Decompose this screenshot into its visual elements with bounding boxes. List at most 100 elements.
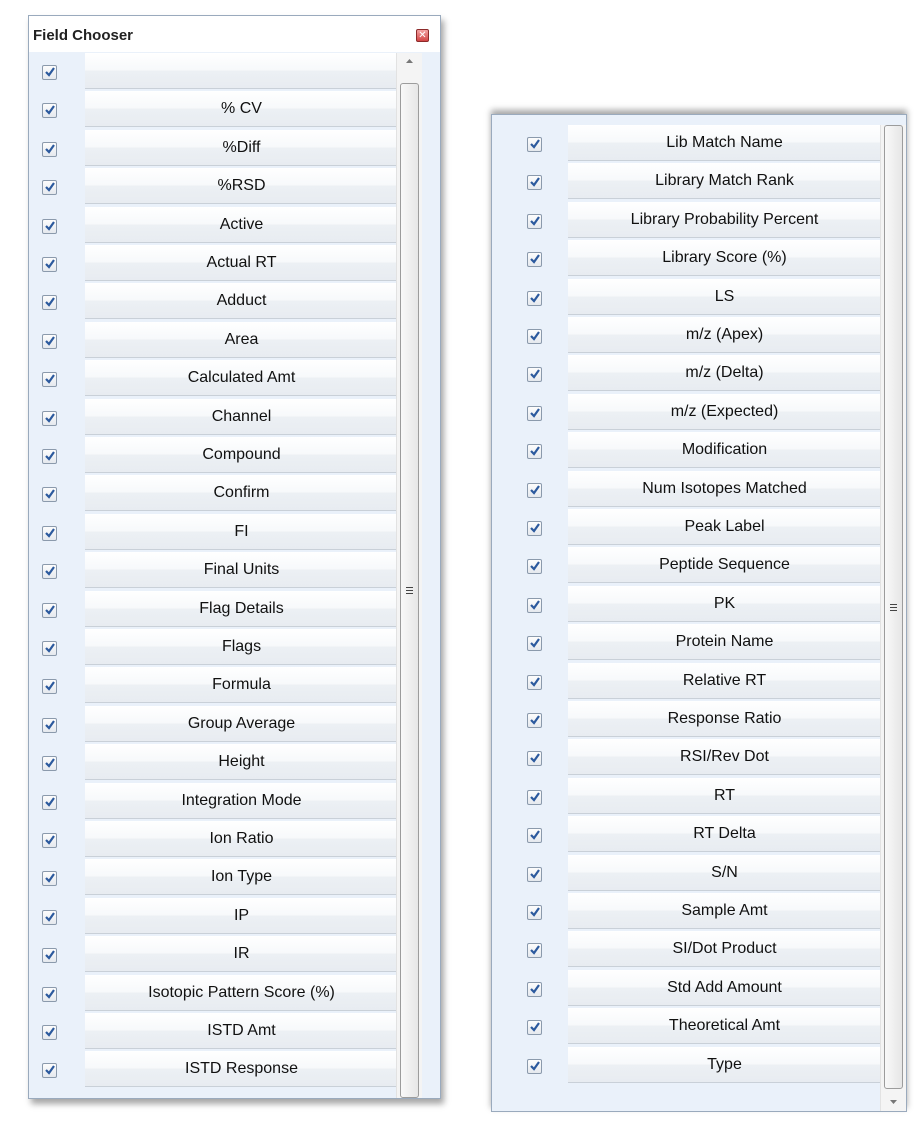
field-name-cell[interactable]: Active	[85, 206, 399, 243]
field-checkbox[interactable]	[527, 943, 542, 959]
field-name-cell[interactable]: FI	[85, 513, 399, 550]
field-checkbox[interactable]	[527, 367, 542, 383]
field-checkbox[interactable]	[527, 559, 542, 575]
field-name-cell[interactable]: PK	[568, 585, 882, 622]
field-checkbox[interactable]	[527, 444, 542, 460]
field-name-cell[interactable]: Peptide Sequence	[568, 547, 882, 584]
field-name-cell[interactable]: Final Units	[85, 552, 399, 589]
field-name-cell[interactable]: IP	[85, 897, 399, 934]
field-name-cell[interactable]: Channel	[85, 398, 399, 435]
field-checkbox[interactable]	[42, 948, 57, 964]
field-checkbox[interactable]	[42, 1063, 57, 1079]
field-checkbox[interactable]	[527, 1020, 542, 1036]
field-name-cell[interactable]	[85, 53, 399, 89]
field-checkbox[interactable]	[42, 333, 57, 349]
field-name-cell[interactable]: %Diff	[85, 129, 399, 166]
field-name-cell[interactable]: Height	[85, 744, 399, 781]
field-name-cell[interactable]: Flag Details	[85, 590, 399, 627]
field-checkbox[interactable]	[42, 641, 57, 656]
field-checkbox[interactable]	[42, 756, 57, 772]
field-checkbox[interactable]	[527, 521, 542, 536]
field-name-cell[interactable]: Num Isotopes Matched	[568, 470, 882, 507]
field-checkbox[interactable]	[42, 257, 57, 272]
field-checkbox[interactable]	[527, 636, 542, 652]
field-checkbox[interactable]	[42, 833, 57, 848]
field-checkbox[interactable]	[527, 751, 542, 767]
field-checkbox[interactable]	[42, 103, 57, 119]
vertical-scrollbar[interactable]	[880, 125, 906, 1111]
field-name-cell[interactable]: m/z (Apex)	[568, 317, 882, 353]
field-checkbox[interactable]	[527, 405, 542, 421]
field-checkbox[interactable]	[42, 410, 57, 426]
field-name-cell[interactable]: Response Ratio	[568, 701, 882, 737]
field-name-cell[interactable]: Adduct	[85, 283, 399, 320]
field-checkbox[interactable]	[42, 679, 57, 695]
field-name-cell[interactable]: m/z (Expected)	[568, 393, 882, 430]
field-name-cell[interactable]: Ion Ratio	[85, 821, 399, 857]
field-checkbox[interactable]	[42, 487, 57, 503]
field-checkbox[interactable]	[527, 1058, 542, 1074]
field-name-cell[interactable]: Protein Name	[568, 624, 882, 661]
field-name-cell[interactable]: Library Probability Percent	[568, 201, 882, 238]
field-name-cell[interactable]: IR	[85, 936, 399, 973]
field-checkbox[interactable]	[527, 329, 542, 344]
field-name-cell[interactable]: Group Average	[85, 705, 399, 742]
field-name-cell[interactable]: RT	[568, 777, 882, 814]
field-checkbox[interactable]	[527, 674, 542, 690]
field-name-cell[interactable]: Lib Match Name	[568, 125, 882, 161]
field-name-cell[interactable]: Compound	[85, 437, 399, 473]
field-name-cell[interactable]: RT Delta	[568, 816, 882, 853]
field-name-cell[interactable]: %RSD	[85, 168, 399, 205]
field-checkbox[interactable]	[527, 981, 542, 997]
field-checkbox[interactable]	[527, 482, 542, 498]
field-name-cell[interactable]: % CV	[85, 91, 399, 128]
field-checkbox[interactable]	[527, 213, 542, 229]
field-checkbox[interactable]	[42, 564, 57, 580]
field-name-cell[interactable]: Sample Amt	[568, 893, 882, 929]
field-checkbox[interactable]	[42, 449, 57, 464]
field-checkbox[interactable]	[42, 218, 57, 234]
field-checkbox[interactable]	[527, 137, 542, 152]
field-name-cell[interactable]: Type	[568, 1046, 882, 1083]
field-checkbox[interactable]	[527, 905, 542, 920]
scroll-thumb[interactable]	[884, 125, 903, 1089]
field-name-cell[interactable]: ISTD Amt	[85, 1013, 399, 1049]
field-checkbox[interactable]	[42, 372, 57, 388]
field-name-cell[interactable]: Peak Label	[568, 509, 882, 545]
field-checkbox[interactable]	[527, 290, 542, 306]
field-checkbox[interactable]	[42, 1025, 57, 1040]
field-name-cell[interactable]: LS	[568, 278, 882, 315]
field-checkbox[interactable]	[527, 789, 542, 805]
scroll-up-arrow-icon[interactable]	[397, 53, 422, 69]
field-name-cell[interactable]: Library Match Rank	[568, 163, 882, 200]
field-name-cell[interactable]: Integration Mode	[85, 782, 399, 819]
field-checkbox[interactable]	[527, 252, 542, 268]
field-name-cell[interactable]: Flags	[85, 629, 399, 665]
field-name-cell[interactable]: Theoretical Amt	[568, 1008, 882, 1045]
field-name-cell[interactable]: RSI/Rev Dot	[568, 739, 882, 776]
field-checkbox[interactable]	[527, 597, 542, 613]
field-checkbox[interactable]	[527, 175, 542, 191]
field-name-cell[interactable]: SI/Dot Product	[568, 931, 882, 968]
field-checkbox[interactable]	[527, 866, 542, 882]
field-name-cell[interactable]: Library Score (%)	[568, 240, 882, 277]
field-checkbox[interactable]	[42, 871, 57, 887]
field-name-cell[interactable]: Ion Type	[85, 859, 399, 896]
field-checkbox[interactable]	[42, 986, 57, 1002]
field-checkbox[interactable]	[42, 909, 57, 925]
field-name-cell[interactable]: Modification	[568, 432, 882, 469]
field-checkbox[interactable]	[42, 65, 57, 80]
field-name-cell[interactable]: Area	[85, 321, 399, 358]
scroll-down-arrow-icon[interactable]	[881, 1095, 906, 1111]
field-name-cell[interactable]: Calculated Amt	[85, 360, 399, 397]
field-name-cell[interactable]: ISTD Response	[85, 1051, 399, 1088]
field-checkbox[interactable]	[527, 828, 542, 844]
field-checkbox[interactable]	[42, 602, 57, 618]
field-checkbox[interactable]	[42, 180, 57, 196]
field-name-cell[interactable]: Relative RT	[568, 662, 882, 699]
field-checkbox[interactable]	[42, 717, 57, 733]
field-name-cell[interactable]: m/z (Delta)	[568, 355, 882, 392]
field-name-cell[interactable]: S/N	[568, 854, 882, 891]
field-name-cell[interactable]: Actual RT	[85, 245, 399, 281]
field-name-cell[interactable]: Isotopic Pattern Score (%)	[85, 974, 399, 1011]
